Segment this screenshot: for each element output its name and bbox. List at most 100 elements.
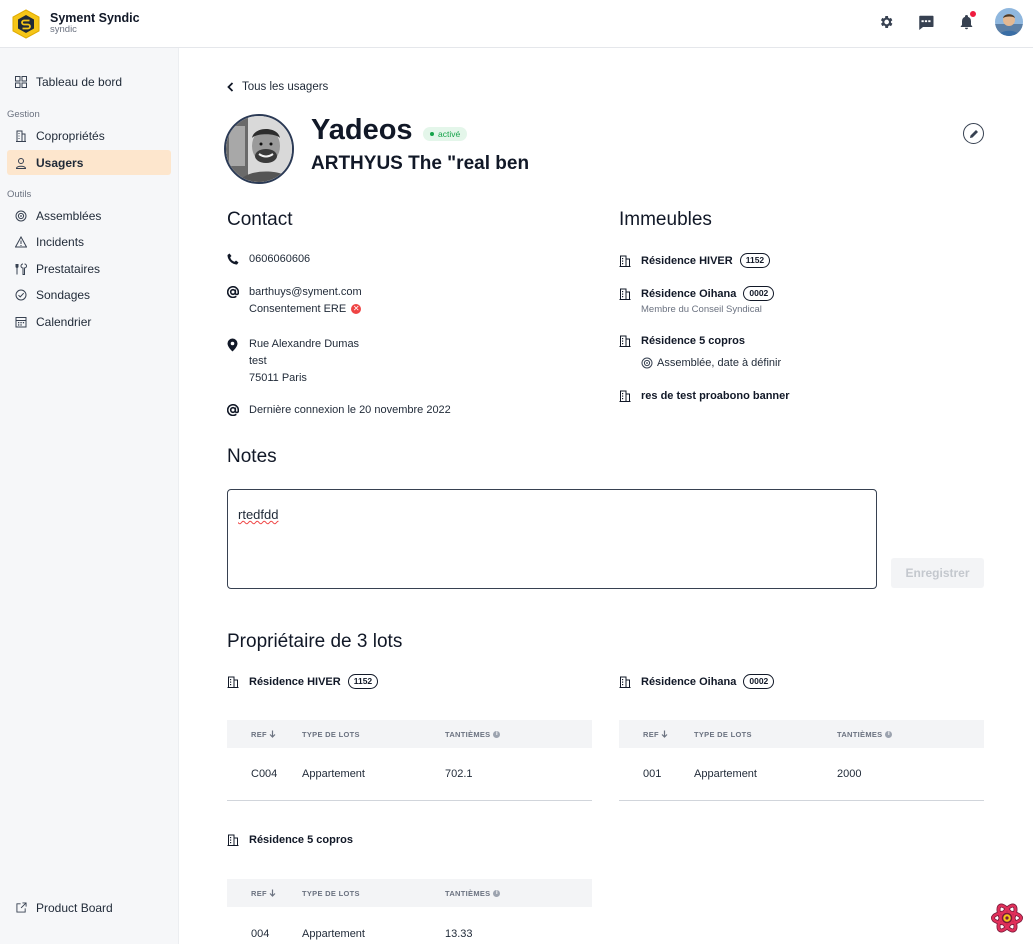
sidebar-item-product-board[interactable]: Product Board xyxy=(7,895,171,920)
address-line: Rue Alexandre Dumas xyxy=(249,338,360,350)
bell-icon[interactable] xyxy=(955,10,977,33)
info-icon: i xyxy=(493,730,501,738)
react-devtools-icon[interactable] xyxy=(991,902,1023,934)
lot-group-header[interactable]: Résidence HIVER 1152 xyxy=(227,674,379,689)
immeuble-item[interactable]: Résidence HIVER 1152 xyxy=(619,253,771,268)
contact-address-row: Rue Alexandre Dumas test 75011 Paris xyxy=(227,336,359,387)
immeuble-name: res de test proabono banner xyxy=(641,390,790,402)
syment-logo-icon xyxy=(12,8,40,39)
top-bar: Syment Syndic syndic xyxy=(0,0,1033,48)
immeuble-code-badge: 0002 xyxy=(743,286,775,301)
notes-value: rtedfdd xyxy=(238,507,279,522)
back-link-label: Tous les usagers xyxy=(242,81,329,93)
sidebar-item-prestataires[interactable]: Prestataires xyxy=(7,256,171,281)
immeuble-name: Résidence Oihana xyxy=(641,287,737,300)
sidebar-item-label: Sondages xyxy=(36,287,91,302)
sidebar-item-assemblees[interactable]: Assemblées xyxy=(7,203,171,228)
user-avatar[interactable] xyxy=(995,8,1023,36)
building-icon xyxy=(619,390,641,402)
info-icon: i xyxy=(493,889,501,897)
table-row[interactable]: 004 Appartement 13.33 xyxy=(227,907,592,944)
sidebar-item-dashboard[interactable]: Tableau de bord xyxy=(7,69,171,94)
section-label-gestion: Gestion xyxy=(7,109,40,120)
tools-icon xyxy=(15,263,27,275)
address-line: 75011 Paris xyxy=(249,372,307,384)
cell-ref: 001 xyxy=(643,768,662,780)
last-login-text: Dernière connexion le 20 novembre 2022 xyxy=(249,404,451,416)
lots-title: Propriétaire de 3 lots xyxy=(227,631,403,652)
immeuble-item[interactable]: res de test proabono banner xyxy=(619,390,790,402)
contact-last-login-row: Dernière connexion le 20 novembre 2022 xyxy=(227,402,451,419)
building-icon xyxy=(619,335,641,347)
save-button[interactable]: Enregistrer xyxy=(891,558,984,588)
status-badge: activé xyxy=(423,127,468,141)
column-header-tantiemes: TANTIÈMES i xyxy=(837,730,984,739)
section-label-outils: Outils xyxy=(7,189,32,200)
sidebar-item-label: Incidents xyxy=(36,234,85,249)
column-header-ref[interactable]: REF xyxy=(619,730,694,739)
immeuble-assembly[interactable]: Assemblée, date à définir xyxy=(641,357,781,369)
email-address[interactable]: barthuys@syment.com xyxy=(249,284,362,301)
external-link-icon xyxy=(15,902,27,914)
column-header-tantiemes: TANTIÈMES i xyxy=(445,889,592,898)
table-header: REF TYPE DE LOTS TANTIÈMES i xyxy=(227,879,592,907)
assembly-label: Assemblée, date à définir xyxy=(657,357,782,369)
arrow-down-icon xyxy=(269,889,276,897)
notification-dot xyxy=(969,10,977,18)
cell-tantiemes: 2000 xyxy=(837,768,862,780)
lot-group-name: Résidence 5 copros xyxy=(249,834,353,846)
cell-type: Appartement xyxy=(302,768,365,780)
column-header-ref[interactable]: REF xyxy=(227,730,302,739)
building-icon xyxy=(619,288,641,300)
immeuble-name: Résidence 5 copros xyxy=(641,335,745,347)
cell-tantiemes: 13.33 xyxy=(445,927,473,940)
target-icon xyxy=(641,357,653,369)
building-icon xyxy=(227,834,249,846)
column-header-type: TYPE DE LOTS xyxy=(302,888,360,898)
sidebar-item-usagers[interactable]: Usagers xyxy=(7,150,171,175)
user-full-name: ARTHYUS The "real ben xyxy=(311,153,530,174)
column-header-type: TYPE DE LOTS xyxy=(694,729,752,739)
table-row[interactable]: C004 Appartement 702.1 xyxy=(227,748,592,801)
sidebar-item-label: Calendrier xyxy=(36,314,92,329)
pencil-icon xyxy=(969,129,978,138)
contact-phone-row: 0606060606 xyxy=(227,251,310,268)
location-pin-icon xyxy=(227,336,249,387)
column-header-ref[interactable]: REF xyxy=(227,889,302,898)
lot-group-header[interactable]: Résidence Oihana 0002 xyxy=(619,674,775,689)
at-icon xyxy=(227,402,249,419)
column-header-tantiemes: TANTIÈMES i xyxy=(445,730,592,739)
building-icon xyxy=(619,676,641,688)
phone-number[interactable]: 0606060606 xyxy=(249,251,310,268)
edit-button[interactable] xyxy=(963,123,984,144)
building-icon xyxy=(619,255,641,267)
immeuble-item[interactable]: Résidence Oihana 0002 xyxy=(619,286,775,301)
at-icon xyxy=(227,284,249,318)
table-row[interactable]: 001 Appartement 2000 xyxy=(619,748,984,801)
chat-icon[interactable] xyxy=(915,11,937,33)
chevron-left-icon xyxy=(227,82,234,92)
lot-group-name: Résidence Oihana xyxy=(641,675,737,688)
lot-group-code-badge: 0002 xyxy=(743,674,775,689)
brand-subtitle: syndic xyxy=(50,24,77,36)
lot-group-header[interactable]: Résidence 5 copros xyxy=(227,834,353,846)
sidebar-item-coproprietes[interactable]: Copropriétés xyxy=(7,123,171,148)
poll-icon xyxy=(15,289,27,301)
brand[interactable]: Syment Syndic syndic xyxy=(0,8,140,39)
profile-photo xyxy=(224,114,294,184)
sidebar-item-incidents[interactable]: Incidents xyxy=(7,229,171,254)
back-link[interactable]: Tous les usagers xyxy=(227,81,328,93)
cell-ref: 004 xyxy=(251,927,270,940)
lots-table: REF TYPE DE LOTS TANTIÈMES i C004 Apparte… xyxy=(227,720,592,801)
grid-icon xyxy=(15,75,27,88)
gear-icon[interactable] xyxy=(875,11,897,33)
contact-email-row: barthuys@syment.com Consentement ERE ✕ xyxy=(227,284,362,318)
sidebar-item-label: Product Board xyxy=(36,900,113,915)
immeuble-code-badge: 1152 xyxy=(739,253,771,268)
close-circle-icon: ✕ xyxy=(351,304,362,315)
immeuble-item[interactable]: Résidence 5 copros xyxy=(619,335,745,347)
notes-textarea[interactable]: rtedfdd xyxy=(227,489,877,589)
sidebar-item-sondages[interactable]: Sondages xyxy=(7,282,171,307)
sidebar-item-calendrier[interactable]: Calendrier xyxy=(7,309,171,334)
lot-group-name: Résidence HIVER xyxy=(249,675,341,688)
